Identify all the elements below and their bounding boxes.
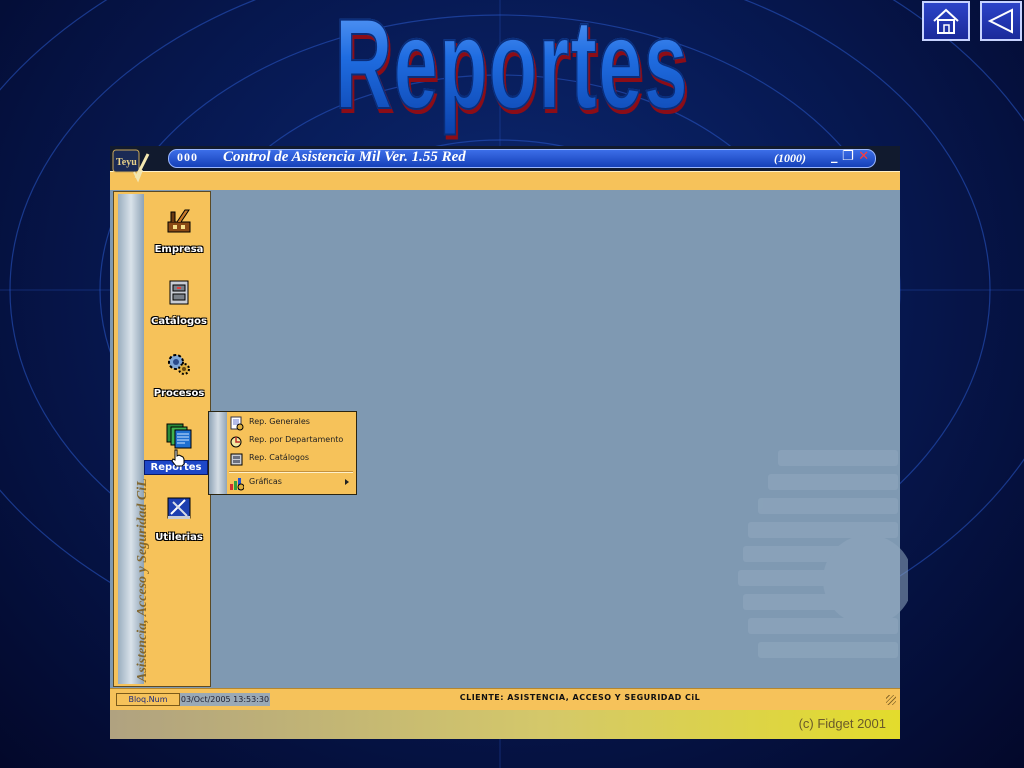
menu-separator bbox=[229, 471, 353, 473]
datetime-indicator: 03/Oct/2005 13:53:30 bbox=[180, 693, 270, 706]
menu-item-rep-generales[interactable]: Rep. Generales bbox=[229, 415, 355, 432]
hand-cursor-icon bbox=[171, 449, 185, 467]
report-department-icon bbox=[230, 436, 242, 448]
footer-band: (c) Fidget 2001 bbox=[110, 710, 900, 739]
sidebar-item-utilerias[interactable]: Utilerias bbox=[148, 494, 210, 554]
menu-item-label: Gráficas bbox=[249, 477, 282, 486]
logo-text: Teyu bbox=[116, 157, 137, 168]
sidebar-item-label: Utilerias bbox=[155, 532, 203, 543]
tools-icon bbox=[167, 497, 191, 519]
home-button[interactable] bbox=[922, 1, 970, 41]
bloq-num-indicator: Bloq.Num bbox=[116, 693, 180, 706]
window-controls: _ ❐ ✕ bbox=[831, 149, 869, 164]
menu-item-rep-departamento[interactable]: Rep. por Departamento bbox=[229, 433, 355, 450]
file-cabinet-icon bbox=[169, 280, 189, 305]
title-bar-capsule: 000 Control de Asistencia Mil Ver. 1.55 … bbox=[168, 149, 876, 168]
menu-item-label: Rep. Generales bbox=[249, 417, 310, 426]
copyright: (c) Fidget 2001 bbox=[798, 716, 886, 731]
sidebar-item-label: Procesos bbox=[153, 388, 205, 399]
menu-item-label: Rep. por Departamento bbox=[249, 435, 344, 444]
sidebar-strip: Asistencia, Acceso y Seguridad CiL bbox=[118, 194, 150, 684]
resize-grip[interactable] bbox=[886, 695, 896, 705]
window-count: (1000) bbox=[774, 151, 806, 165]
status-bar: Bloq.Num 03/Oct/2005 13:53:30 CLIENTE: A… bbox=[110, 688, 900, 711]
restore-button[interactable]: ❐ bbox=[842, 149, 854, 164]
close-button[interactable]: ✕ bbox=[858, 149, 869, 164]
client-label: CLIENTE: ASISTENCIA, ACCESO Y SEGURIDAD … bbox=[459, 693, 701, 702]
sidebar-item-catalogos[interactable]: Catálogos bbox=[148, 278, 210, 338]
menu-bar bbox=[110, 171, 900, 192]
menu-item-graficas[interactable]: Gráficas bbox=[229, 475, 355, 492]
slide-title: Reportes bbox=[195, 0, 830, 140]
sidebar-item-label: Empresa bbox=[154, 244, 204, 255]
report-catalog-icon bbox=[230, 453, 243, 466]
report-general-icon bbox=[230, 416, 244, 431]
charts-icon bbox=[230, 478, 244, 491]
popup-strip bbox=[209, 412, 227, 494]
title-bar: 000 Control de Asistencia Mil Ver. 1.55 … bbox=[110, 146, 900, 171]
factory-icon bbox=[167, 209, 191, 233]
sidebar-item-empresa[interactable]: Empresa bbox=[148, 206, 210, 266]
reports-stack-icon bbox=[166, 423, 192, 449]
sidebar-item-label: Catálogos bbox=[151, 316, 207, 327]
app-logo: Teyu bbox=[112, 149, 150, 183]
reportes-popup-menu: Rep. Generales Rep. por Departamento Rep… bbox=[208, 411, 357, 495]
window-title: Control de Asistencia Mil Ver. 1.55 Red bbox=[223, 149, 466, 165]
house-icon bbox=[933, 8, 959, 34]
minimize-button[interactable]: _ bbox=[831, 149, 838, 164]
sidebar: Asistencia, Acceso y Seguridad CiL Empre… bbox=[113, 191, 211, 687]
submenu-arrow-icon bbox=[345, 479, 349, 485]
gears-icon bbox=[168, 354, 190, 375]
title-digits: 000 bbox=[177, 150, 198, 164]
sidebar-item-procesos[interactable]: Procesos bbox=[148, 350, 210, 410]
menu-item-label: Rep. Catálogos bbox=[249, 453, 310, 462]
left-triangle-icon bbox=[987, 8, 1013, 34]
back-button[interactable] bbox=[980, 1, 1022, 41]
menu-item-rep-catalogos[interactable]: Rep. Catálogos bbox=[229, 451, 355, 468]
